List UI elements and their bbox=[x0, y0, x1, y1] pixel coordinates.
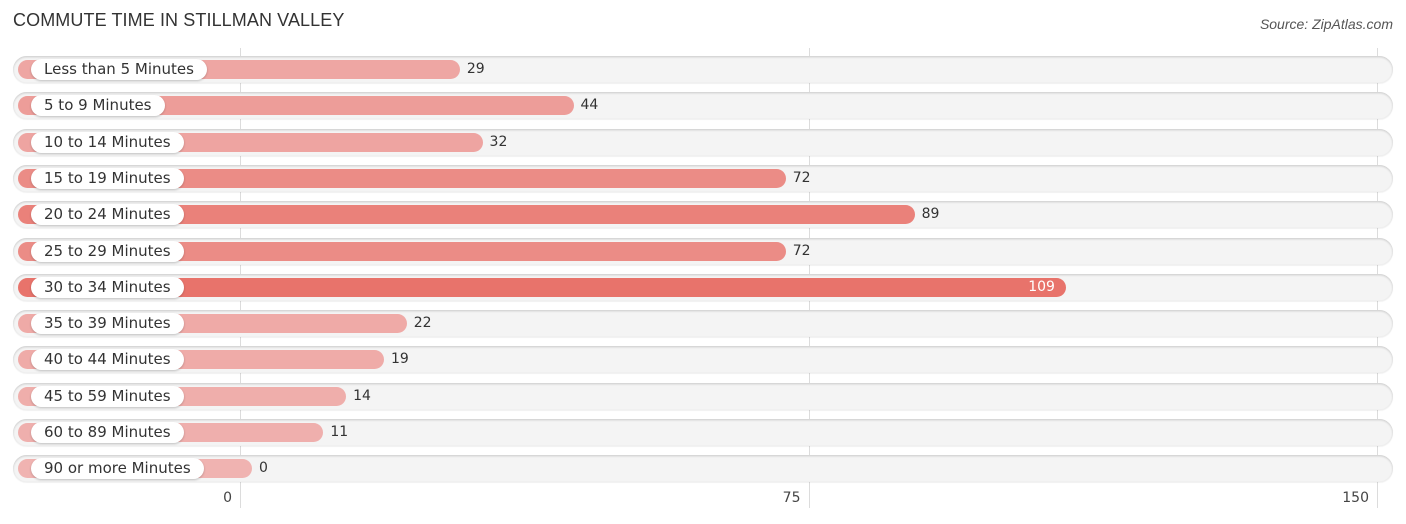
value-label: 0 bbox=[259, 460, 268, 477]
bar-chart: Less than 5 Minutes 29 5 to 9 Minutes 44 10 … bbox=[0, 0, 1406, 524]
category-label: 45 to 59 Minutes bbox=[31, 385, 184, 407]
category-label: 30 to 34 Minutes bbox=[31, 276, 184, 298]
value-label: 72 bbox=[792, 169, 811, 186]
category-label: 10 to 14 Minutes bbox=[31, 131, 184, 153]
value-label: 72 bbox=[792, 242, 811, 259]
category-label: 15 to 19 Minutes bbox=[31, 167, 184, 189]
value-label: 89 bbox=[921, 206, 940, 223]
x-tick-label: 0 bbox=[223, 490, 232, 506]
value-label: 22 bbox=[413, 315, 432, 332]
value-label: 19 bbox=[391, 351, 409, 368]
x-tick-label: 150 bbox=[1342, 490, 1369, 506]
value-label: 29 bbox=[466, 61, 485, 77]
value-label: 44 bbox=[580, 97, 599, 114]
category-label: 90 or more Minutes bbox=[31, 458, 204, 480]
category-label: 60 to 89 Minutes bbox=[31, 422, 184, 443]
category-label: 40 to 44 Minutes bbox=[31, 349, 184, 371]
category-label: 5 to 9 Minutes bbox=[31, 95, 165, 117]
x-tick-label: 75 bbox=[782, 490, 801, 506]
category-label: 25 to 29 Minutes bbox=[31, 240, 184, 262]
category-label: 35 to 39 Minutes bbox=[31, 313, 184, 335]
category-label: 20 to 24 Minutes bbox=[31, 204, 184, 226]
value-label: 14 bbox=[353, 387, 371, 404]
category-label: Less than 5 Minutes bbox=[31, 59, 207, 80]
value-label: 109 bbox=[1028, 278, 1055, 295]
value-label: 32 bbox=[489, 133, 508, 150]
value-label: 11 bbox=[330, 424, 349, 440]
